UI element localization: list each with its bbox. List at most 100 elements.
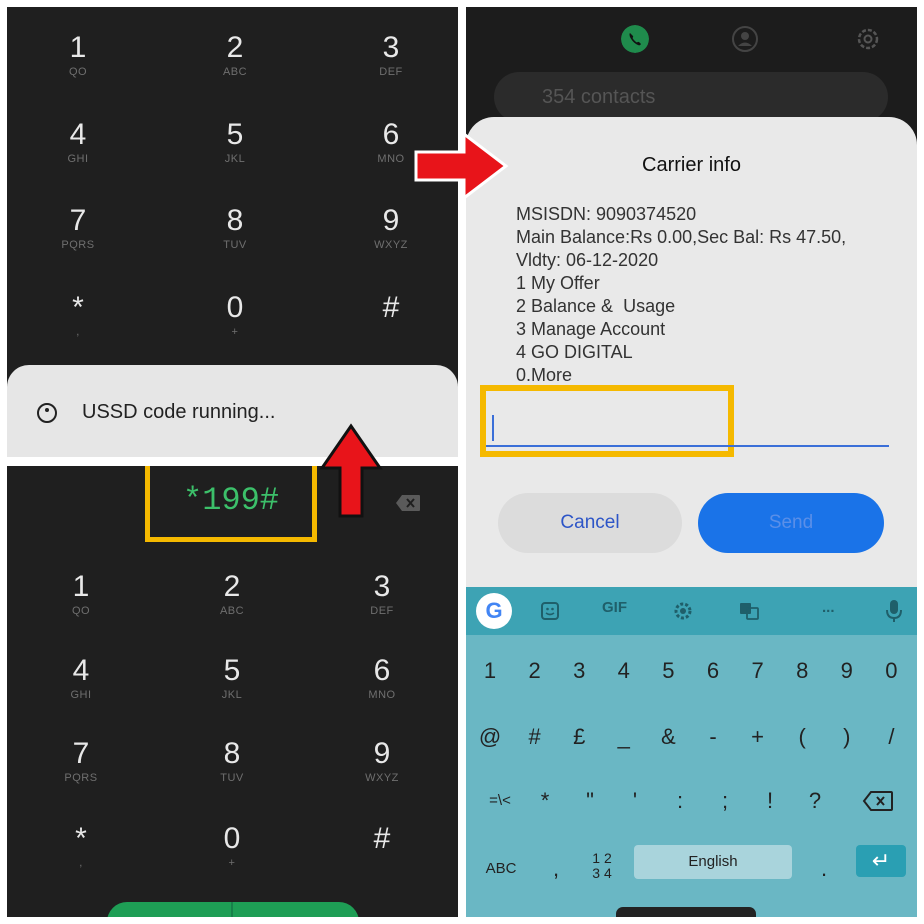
key-letters: MNO xyxy=(368,689,396,701)
keyboard-row-bottom: ABC , 1 2 3 4 English . ↵ xyxy=(466,845,917,893)
keyboard-row-numbers: 1234567890 xyxy=(466,647,917,695)
dialer-key[interactable]: 9 WXYZ xyxy=(337,737,427,785)
dialer-key[interactable]: 2 ABC xyxy=(187,570,277,618)
dialer-key[interactable]: 5 JKL xyxy=(187,654,277,702)
keyboard-key[interactable]: =\< xyxy=(480,777,520,825)
keyboard-key[interactable]: ! xyxy=(750,777,790,825)
key-digit: 0 xyxy=(223,822,241,855)
space-key[interactable]: English xyxy=(634,845,792,879)
dialer-key[interactable]: # xyxy=(337,822,427,856)
dialer-key[interactable]: 7 PQRS xyxy=(36,737,126,785)
keyboard-settings-icon[interactable] xyxy=(672,600,694,622)
dialer-key[interactable]: 1 QO xyxy=(36,570,126,618)
key-digit: 0 xyxy=(226,291,244,324)
keyboard-key[interactable]: / xyxy=(871,713,911,761)
keyboard-key[interactable]: + xyxy=(738,713,778,761)
dialpad-key[interactable]: 7 PQRS xyxy=(33,204,123,252)
key-digit: 9 xyxy=(373,737,391,770)
google-icon[interactable]: G xyxy=(476,593,512,629)
keyboard-key[interactable]: 0 xyxy=(871,647,911,695)
call-button[interactable] xyxy=(107,902,359,917)
dialpad-key[interactable]: # xyxy=(346,291,436,325)
key-digit: 6 xyxy=(373,654,391,687)
key-digit: # xyxy=(382,291,400,324)
keyboard-key[interactable]: ; xyxy=(705,777,745,825)
keyboard-key[interactable]: 7 xyxy=(738,647,778,695)
gif-button[interactable]: GIF xyxy=(602,599,627,616)
keyboard-backspace-icon[interactable] xyxy=(862,790,894,812)
keyboard-key[interactable]: £ xyxy=(559,713,599,761)
key-letters: , xyxy=(76,326,80,338)
nav-pill xyxy=(616,907,756,917)
keyboard-key[interactable]: 8 xyxy=(782,647,822,695)
dialpad-key[interactable]: 1 QO xyxy=(33,31,123,79)
settings-gear-icon[interactable] xyxy=(854,25,882,53)
keyboard-key[interactable]: 4 xyxy=(604,647,644,695)
keyboard-key[interactable]: ? xyxy=(795,777,835,825)
contacts-search-bar[interactable]: 354 contacts xyxy=(494,72,888,122)
key-digit: 9 xyxy=(382,204,400,237)
progress-spinner-icon xyxy=(37,403,57,423)
dialpad-key[interactable]: 2 ABC xyxy=(190,31,280,79)
more-options-button[interactable]: ... xyxy=(822,599,835,616)
keyboard-key[interactable]: - xyxy=(693,713,733,761)
key-letters: ABC xyxy=(222,66,248,78)
ussd-status-text: USSD code running... xyxy=(82,401,276,423)
keyboard-key[interactable]: 1 xyxy=(470,647,510,695)
keyboard-key[interactable]: ) xyxy=(827,713,867,761)
enter-key[interactable]: ↵ xyxy=(856,845,906,877)
keyboard-key[interactable]: ' xyxy=(615,777,655,825)
dialer-key[interactable]: 8 TUV xyxy=(187,737,277,785)
abc-key[interactable]: ABC xyxy=(481,845,521,893)
dialpad-key[interactable]: 0 + xyxy=(190,291,280,339)
reply-input[interactable] xyxy=(486,445,889,447)
comma-key[interactable]: , xyxy=(536,845,576,893)
key-digit: 1 xyxy=(72,570,90,603)
key-letters: + xyxy=(231,326,239,338)
dialpad-key[interactable]: *, xyxy=(33,291,123,339)
text-cursor xyxy=(492,415,494,441)
key-letters: TUV xyxy=(223,239,247,251)
key-digit: 7 xyxy=(72,737,90,770)
keyboard-key[interactable]: 6 xyxy=(693,647,733,695)
keyboard-key[interactable]: 3 xyxy=(559,647,599,695)
key-digit: 1 xyxy=(69,31,87,64)
keyboard-key[interactable]: 9 xyxy=(827,647,867,695)
translate-icon[interactable] xyxy=(738,600,760,622)
key-digit: 4 xyxy=(69,118,87,151)
send-button[interactable]: Send xyxy=(698,493,884,553)
key-letters: QO xyxy=(68,66,88,78)
dialpad-key[interactable]: 8 TUV xyxy=(190,204,280,252)
period-key[interactable]: . xyxy=(804,845,844,893)
dialpad-key[interactable]: 5 JKL xyxy=(190,118,280,166)
dialer-key[interactable]: 0 + xyxy=(187,822,277,870)
dialpad-key[interactable]: 3 DEF xyxy=(346,31,436,79)
dialer-key[interactable]: 3 DEF xyxy=(337,570,427,618)
dialer-key[interactable]: *, xyxy=(36,822,126,870)
dialpad-key[interactable]: 9 WXYZ xyxy=(346,204,436,252)
contacts-tab-icon[interactable] xyxy=(731,25,759,53)
keyboard-key[interactable]: 2 xyxy=(515,647,555,695)
numpad-key[interactable]: 1 2 3 4 xyxy=(584,851,620,881)
keyboard-key[interactable]: 5 xyxy=(648,647,688,695)
backspace-icon[interactable] xyxy=(395,494,421,512)
keyboard-key[interactable]: _ xyxy=(604,713,644,761)
keyboard-key[interactable]: & xyxy=(648,713,688,761)
carrier-info-screen: 354 contacts Carrier info MSISDN: 909037… xyxy=(466,7,917,917)
dialer-key[interactable]: 6 MNO xyxy=(337,654,427,702)
microphone-icon[interactable] xyxy=(886,599,902,623)
keyboard-key[interactable]: # xyxy=(515,713,555,761)
sticker-icon[interactable] xyxy=(540,601,560,621)
keyboard: G GIF ... 1234567890 @ # £ _ & - +() / … xyxy=(466,587,917,917)
phone-tab-icon[interactable] xyxy=(621,25,649,53)
dialer-key[interactable]: 4 GHI xyxy=(36,654,126,702)
keyboard-key[interactable]: ( xyxy=(782,713,822,761)
carrier-message-line: 4 GO DIGITAL xyxy=(516,342,633,362)
cancel-button[interactable]: Cancel xyxy=(498,493,682,553)
keyboard-key[interactable]: : xyxy=(660,777,700,825)
keyboard-key[interactable]: * xyxy=(525,777,565,825)
keyboard-key[interactable]: @ xyxy=(470,713,510,761)
keyboard-key[interactable]: " xyxy=(570,777,610,825)
key-digit: # xyxy=(373,822,391,855)
dialpad-key[interactable]: 4 GHI xyxy=(33,118,123,166)
